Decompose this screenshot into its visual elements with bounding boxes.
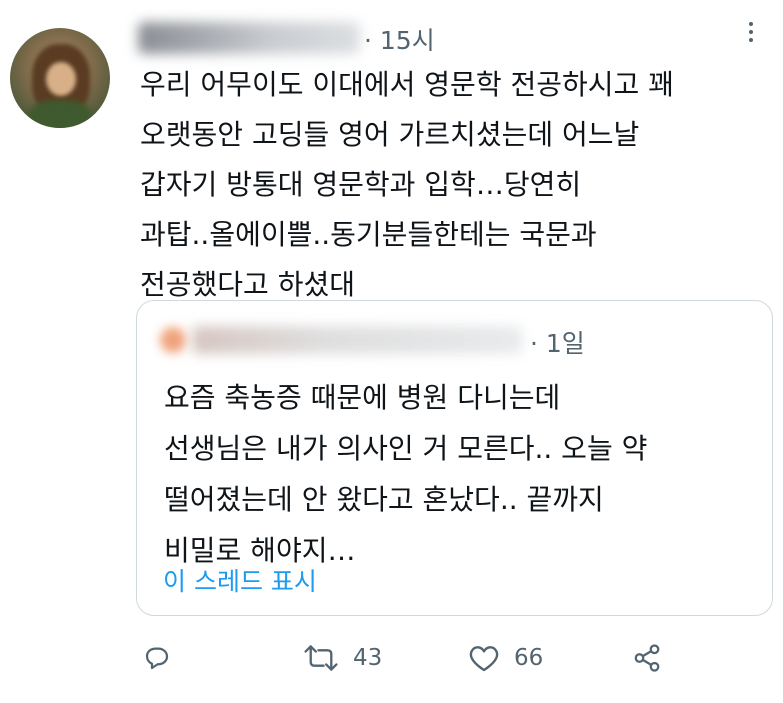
quoted-author-name-blurred[interactable] [192,326,522,354]
like-button[interactable]: 66 [468,642,543,674]
share-button[interactable] [632,642,662,674]
author-name-blurred[interactable] [138,22,360,54]
reply-button[interactable] [142,642,172,674]
show-thread-link[interactable]: 이 스레드 표시 [163,562,317,598]
avatar-body [28,100,92,128]
retweet-count: 43 [353,645,383,671]
quoted-timestamp[interactable]: · 1일 [530,324,585,360]
retweet-icon [304,645,338,671]
avatar-face [46,62,76,96]
tweet-timestamp[interactable]: · 15시 [364,21,435,57]
like-count: 66 [514,645,544,671]
reply-icon [145,647,169,670]
heart-icon [469,646,499,672]
tweet-text: 우리 어무이도 이대에서 영문학 전공하시고 꽤 오랫동안 고딩들 영어 가르치… [140,68,674,301]
more-options-icon[interactable] [748,22,754,46]
share-icon [634,644,660,672]
author-avatar[interactable] [10,28,110,128]
quoted-author-avatar-blurred [160,327,186,353]
retweet-button[interactable]: 43 [303,642,382,674]
quoted-tweet-text: 요즘 축농증 때문에 병원 다니는데 선생님은 내가 의사인 거 모른다.. 오… [164,381,648,567]
